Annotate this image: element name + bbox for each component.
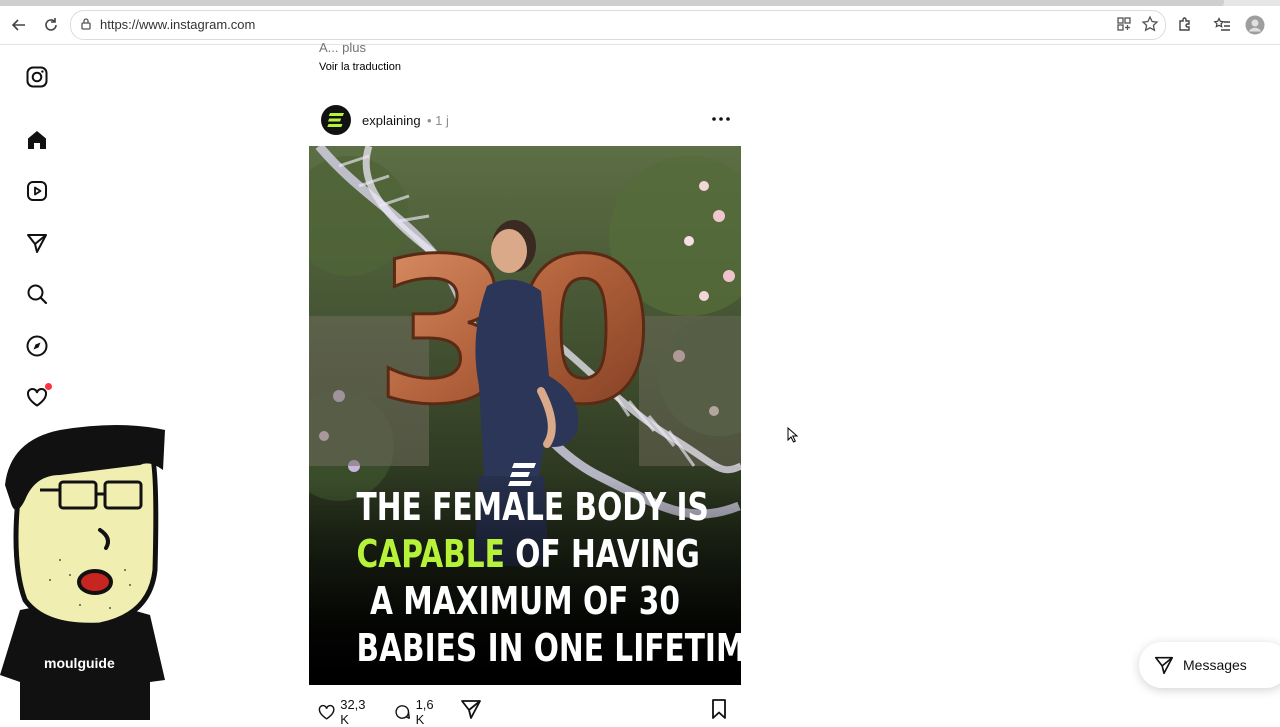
caption-line-2: CAPABLE OF HAVING [356,532,700,576]
like-button[interactable]: 32,3 K [317,697,370,727]
url-text[interactable]: https://www.instagram.com [100,17,255,32]
back-icon[interactable] [8,14,30,36]
caption-line-4: BABIES IN ONE LIFETIME [356,626,741,670]
likes-count: 32,3 K [340,697,366,727]
site-info-icon[interactable] [75,13,97,35]
share-button[interactable] [459,697,483,721]
reload-icon[interactable] [40,14,62,36]
home-icon[interactable] [24,127,50,153]
mascot-label: moulguide [44,655,115,671]
caption-line-3: A MAXIMUM OF 30 [370,579,680,623]
caption-line-1: THE FEMALE BODY IS [356,485,709,529]
post-time: • 1 j [427,113,449,128]
profile-icon[interactable] [1244,14,1266,36]
mouse-cursor-icon [787,426,799,448]
caption-line-2-rest: OF HAVING [504,532,700,576]
address-bar[interactable]: https://www.instagram.com [70,10,1166,40]
explore-icon[interactable] [24,333,50,359]
app-install-icon[interactable] [1113,13,1135,35]
post-image[interactable]: 30 THE FEMALE BODY IS CAPABLE OF HAVING … [309,146,741,685]
explaining-logo-icon [327,113,344,127]
avatar[interactable] [321,105,351,135]
more-options-button[interactable] [710,108,732,130]
favorites-icon[interactable] [1211,14,1233,36]
notification-badge [45,383,52,390]
share-icon [461,700,481,719]
post-username[interactable]: explaining [362,113,421,128]
messages-button[interactable]: Messages [1139,642,1280,688]
extensions-icon[interactable] [1174,14,1196,36]
messages-send-icon [1154,656,1174,675]
image-caption: THE FEMALE BODY IS CAPABLE OF HAVING A M… [309,485,741,685]
favorite-star-icon[interactable] [1139,13,1161,35]
mascot-overlay [0,420,175,720]
heart-icon [318,704,335,720]
comment-button[interactable]: 1,6 K [393,697,439,727]
messages-label: Messages [1183,657,1247,673]
caption-accent-word: CAPABLE [356,532,505,576]
messages-icon[interactable] [24,230,50,256]
instagram-logo-icon[interactable] [24,64,50,90]
see-translation-link[interactable]: Voir la traduction [319,61,401,73]
bookmark-icon [712,699,726,719]
more-dots-icon [712,117,730,121]
notifications-icon[interactable] [24,383,52,410]
comments-count: 1,6 K [415,697,434,727]
mascot-illustration [0,425,165,720]
comment-icon [395,705,410,719]
search-icon[interactable] [24,281,50,307]
browser-toolbar: https://www.instagram.com [0,6,1280,45]
caption-more-link[interactable]: A... plus [319,40,366,55]
reels-icon[interactable] [24,178,50,204]
save-button[interactable] [707,697,731,721]
